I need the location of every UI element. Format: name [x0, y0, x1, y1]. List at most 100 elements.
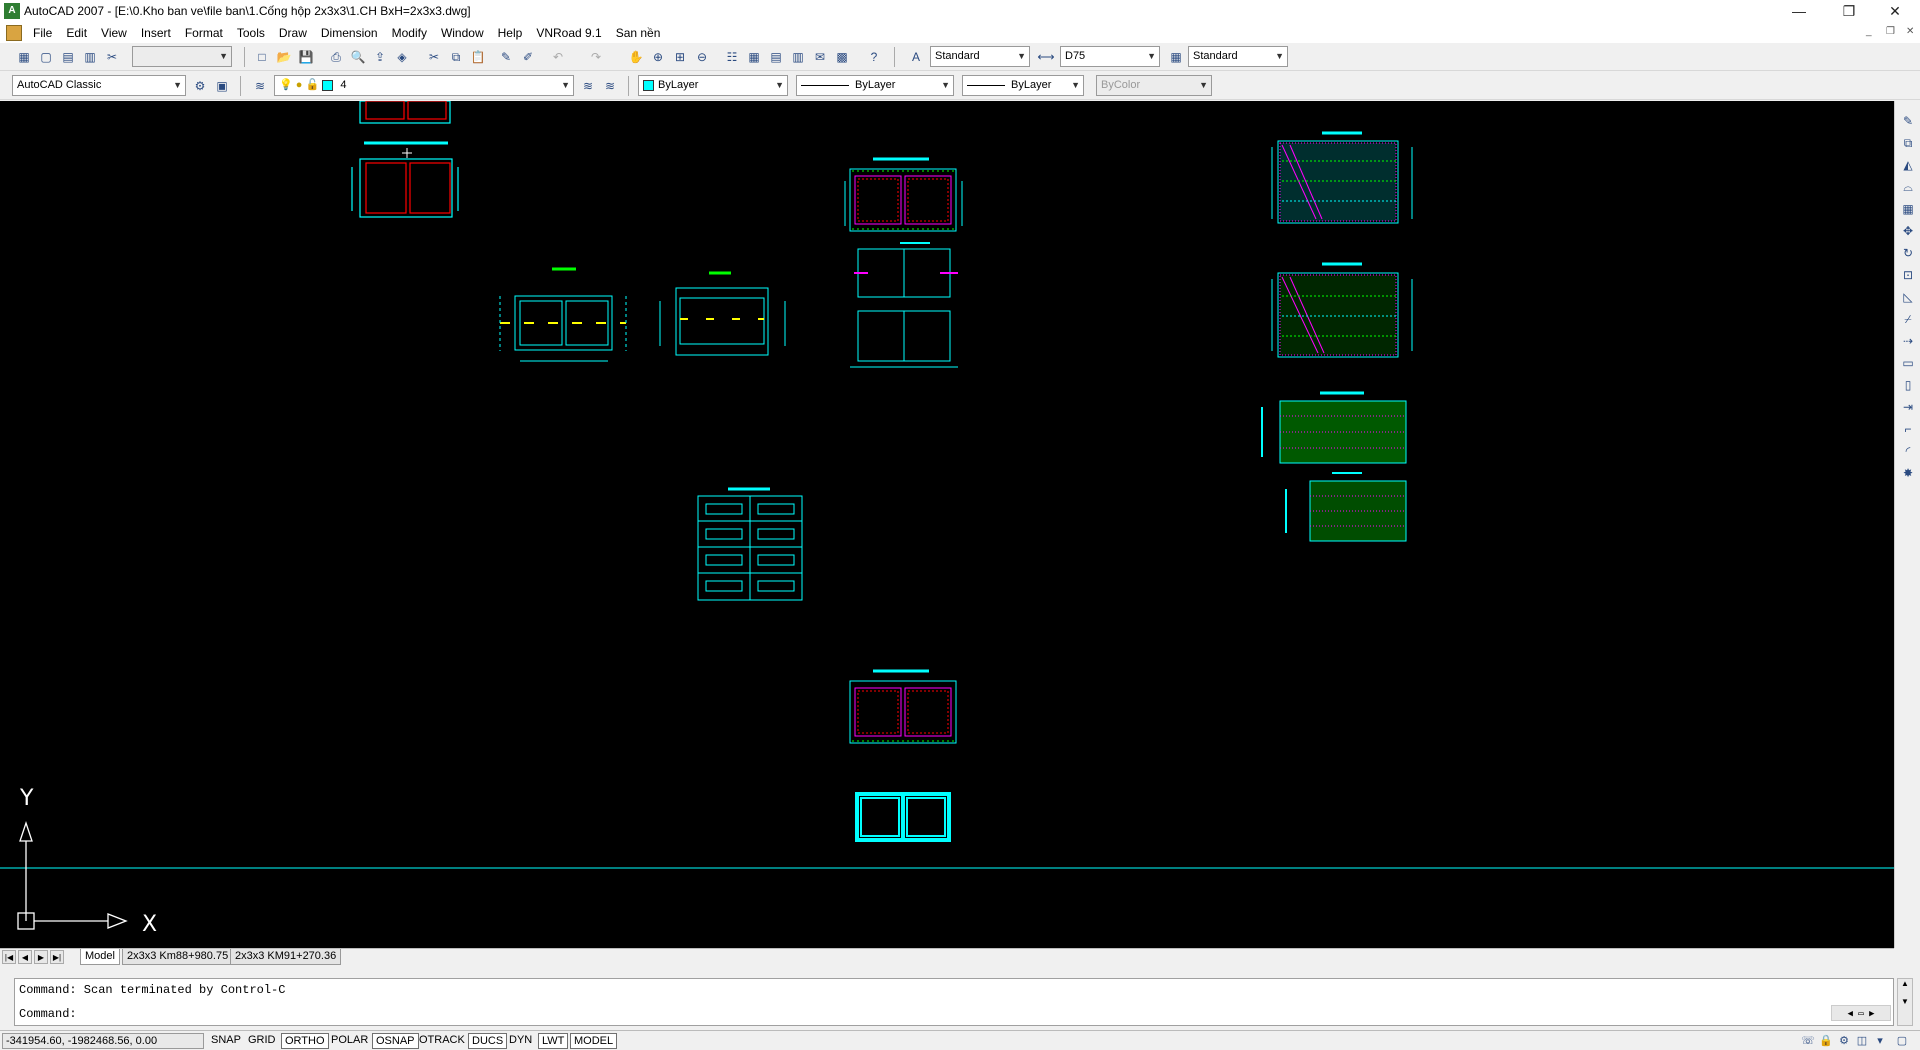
grid-toggle[interactable]: GRID [245, 1033, 279, 1049]
restore-button[interactable]: ❐ [1826, 0, 1872, 22]
menu-draw[interactable]: Draw [272, 23, 314, 43]
zoom-realtime-icon[interactable]: ⊕ [648, 47, 668, 67]
erase-icon[interactable]: ✎ [1898, 111, 1918, 131]
document-icon[interactable] [6, 24, 22, 41]
last-tab-icon[interactable]: ▶| [50, 950, 64, 964]
tab-layout-1[interactable]: 2x3x3 Km88+980.75 [122, 949, 234, 965]
rotate-icon[interactable]: ↻ [1898, 243, 1918, 263]
scale-icon[interactable]: ⊡ [1898, 265, 1918, 285]
autocad-logo-icon[interactable]: A [4, 3, 20, 19]
dyn-toggle[interactable]: DYN [506, 1033, 535, 1049]
close-button[interactable]: ✕ [1872, 0, 1918, 22]
text-style-icon[interactable]: A [906, 47, 926, 67]
tool-palettes-icon[interactable]: ▤ [766, 47, 786, 67]
mirror-icon[interactable]: ◭ [1898, 155, 1918, 175]
copy-object-icon[interactable]: ⧉ [1898, 133, 1918, 153]
break-at-point-icon[interactable]: ▭ [1898, 353, 1918, 373]
tab-layout-2[interactable]: 2x3x3 KM91+270.36 [230, 949, 342, 965]
workspace-settings-icon[interactable]: ⚙ [190, 76, 210, 96]
snap-toggle[interactable]: SNAP [208, 1033, 244, 1049]
tab-model[interactable]: Model [80, 949, 120, 965]
blank-combo[interactable]: ▼ [132, 46, 232, 67]
menu-format[interactable]: Format [178, 23, 230, 43]
polar-toggle[interactable]: POLAR [328, 1033, 371, 1049]
publish-icon[interactable]: ⇪ [370, 47, 390, 67]
view-icon[interactable]: ▥ [80, 47, 100, 67]
command-prompt[interactable]: Command: [19, 1007, 77, 1021]
linetype-combo[interactable]: ByLayer ▼ [796, 75, 954, 96]
workspace-save-icon[interactable]: ▣ [212, 76, 232, 96]
plot-icon[interactable]: ⎙ [326, 47, 346, 67]
redo-icon[interactable]: ↷ [586, 47, 606, 67]
menu-san-nen[interactable]: San nền [609, 23, 668, 43]
menu-vnroad[interactable]: VNRoad 9.1 [529, 23, 608, 43]
markup-icon[interactable]: ✉ [810, 47, 830, 67]
lineweight-combo[interactable]: ByLayer ▼ [962, 75, 1084, 96]
next-tab-icon[interactable]: ▶ [34, 950, 48, 964]
menu-window[interactable]: Window [434, 23, 491, 43]
break-icon[interactable]: ▯ [1898, 375, 1918, 395]
workspace-combo[interactable]: AutoCAD Classic ▼ [12, 75, 186, 96]
table-style-combo[interactable]: Standard ▼ [1188, 46, 1288, 67]
menu-file[interactable]: File [26, 23, 59, 43]
ortho-toggle[interactable]: ORTHO [281, 1033, 329, 1049]
chamfer-icon[interactable]: ⌐ [1898, 419, 1918, 439]
menu-dimension[interactable]: Dimension [314, 23, 385, 43]
osnap-toggle[interactable]: OSNAP [372, 1033, 419, 1049]
doc-restore-icon[interactable]: ❐ [1886, 26, 1895, 37]
extend-icon[interactable]: ⇢ [1898, 331, 1918, 351]
tools-icon[interactable]: ✂ [102, 47, 122, 67]
new-file-icon[interactable]: □ [252, 47, 272, 67]
menu-view[interactable]: View [94, 23, 134, 43]
command-hscroll[interactable]: ◀ ▭ ▶ [1831, 1005, 1891, 1021]
status-menu-icon[interactable]: ▾ [1872, 1033, 1888, 1049]
calculator-icon[interactable]: ▩ [832, 47, 852, 67]
command-vscroll[interactable]: ▲ ▼ [1897, 978, 1913, 1026]
model-toggle[interactable]: MODEL [570, 1033, 618, 1049]
undo-icon[interactable]: ↶ [548, 47, 568, 67]
annotation-icon[interactable]: ◫ [1854, 1033, 1870, 1049]
sheetset-icon[interactable]: ▦ [14, 47, 34, 67]
first-tab-icon[interactable]: |◀ [2, 950, 16, 964]
tray-settings-icon[interactable]: ⚙ [1836, 1033, 1852, 1049]
layer-combo[interactable]: 💡 ● 🔓 4 ▼ [274, 75, 574, 96]
doc-close-icon[interactable]: ✕ [1906, 26, 1914, 37]
menu-modify[interactable]: Modify [385, 23, 434, 43]
menu-edit[interactable]: Edit [59, 23, 94, 43]
dim-style-icon[interactable]: ⟷ [1036, 47, 1056, 67]
coordinate-display[interactable]: -341954.60, -1982468.56, 0.00 [2, 1033, 204, 1049]
communication-center-icon[interactable]: ☏ [1800, 1033, 1816, 1049]
layer-manager-icon[interactable]: ≋ [250, 76, 270, 96]
match-properties-icon[interactable]: ✎ [496, 47, 516, 67]
minimize-button[interactable]: — [1776, 0, 1822, 22]
array-icon[interactable]: ▦ [1898, 199, 1918, 219]
help-icon[interactable]: ? [864, 47, 884, 67]
qnew-icon[interactable]: ▢ [36, 47, 56, 67]
move-icon[interactable]: ✥ [1898, 221, 1918, 241]
clean-screen-icon[interactable]: ▢ [1894, 1033, 1910, 1049]
otrack-toggle[interactable]: OTRACK [416, 1033, 468, 1049]
text-style-combo[interactable]: Standard ▼ [930, 46, 1030, 67]
prev-tab-icon[interactable]: ◀ [18, 950, 32, 964]
plot-preview-icon[interactable]: 🔍 [348, 47, 368, 67]
layout-icon[interactable]: ▤ [58, 47, 78, 67]
zoom-window-icon[interactable]: ⊞ [670, 47, 690, 67]
plotstyle-combo[interactable]: ByColor ▼ [1096, 75, 1212, 96]
3d-dwf-icon[interactable]: ◈ [392, 47, 412, 67]
design-center-icon[interactable]: ▦ [744, 47, 764, 67]
fillet-icon[interactable]: ◜ [1898, 441, 1918, 461]
drawing-canvas[interactable]: Y X [0, 101, 1894, 948]
menu-tools[interactable]: Tools [230, 23, 272, 43]
properties-icon[interactable]: ☷ [722, 47, 742, 67]
save-icon[interactable]: 💾 [296, 47, 316, 67]
explode-icon[interactable]: ✸ [1898, 463, 1918, 483]
doc-minimize-icon[interactable]: _ [1866, 26, 1872, 37]
cut-icon[interactable]: ✂ [424, 47, 444, 67]
dim-style-combo[interactable]: D75 ▼ [1060, 46, 1160, 67]
ducs-toggle[interactable]: DUCS [468, 1033, 508, 1049]
pan-icon[interactable]: ✋ [626, 47, 646, 67]
trim-icon[interactable]: ⌿ [1898, 309, 1918, 329]
lock-toolbar-icon[interactable]: 🔒 [1818, 1033, 1834, 1049]
zoom-previous-icon[interactable]: ⊖ [692, 47, 712, 67]
make-current-layer-icon[interactable]: ≋ [578, 76, 598, 96]
